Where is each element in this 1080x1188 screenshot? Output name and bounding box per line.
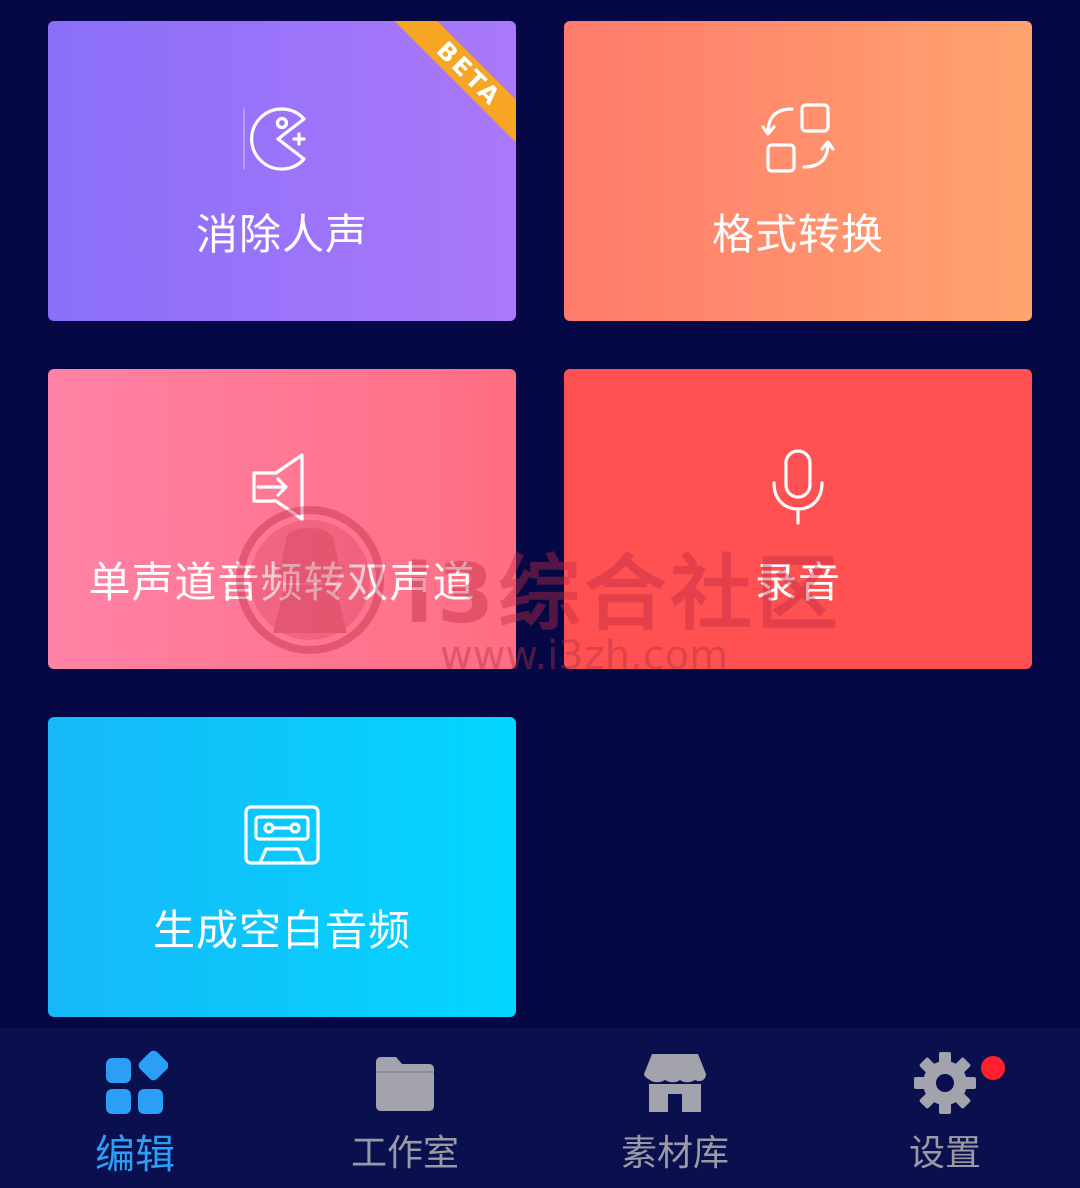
tab-label: 素材库 xyxy=(620,1133,729,1174)
notification-dot xyxy=(981,1056,1005,1080)
gear-icon xyxy=(845,1050,1045,1114)
tab-materials[interactable]: 素材库 xyxy=(575,1028,775,1188)
card-format-convert[interactable]: 格式转换 xyxy=(564,21,1032,321)
tab-label: 工作室 xyxy=(350,1133,459,1174)
card-mono-to-stereo[interactable]: 单声道音频转双声道 xyxy=(48,369,516,669)
vocal-remove-icon xyxy=(48,99,516,179)
store-icon xyxy=(575,1050,775,1114)
card-label: 生成空白音频 xyxy=(152,906,411,955)
tab-label: 编辑 xyxy=(95,1132,175,1178)
card-generate-blank-audio[interactable]: 生成空白音频 xyxy=(48,717,516,1017)
cassette-icon xyxy=(48,795,516,875)
card-label: 消除人声 xyxy=(195,210,368,259)
tab-edit[interactable]: 编辑 xyxy=(35,1028,235,1188)
bottom-tab-bar: 编辑 工作室 素材库 设置 xyxy=(0,1028,1080,1188)
folder-icon xyxy=(305,1050,505,1114)
card-label: 格式转换 xyxy=(711,210,884,259)
format-convert-icon xyxy=(564,99,1032,179)
card-remove-vocals[interactable]: BETA 消除人声 xyxy=(48,21,516,321)
tab-settings[interactable]: 设置 xyxy=(845,1028,1045,1188)
card-record[interactable]: 录音 xyxy=(564,369,1032,669)
card-label: 单声道音频转双声道 xyxy=(88,558,476,607)
grid-icon xyxy=(35,1050,235,1114)
speaker-icon xyxy=(48,447,516,527)
tab-studio[interactable]: 工作室 xyxy=(305,1028,505,1188)
microphone-icon xyxy=(564,447,1032,527)
card-label: 录音 xyxy=(754,558,841,607)
tab-label: 设置 xyxy=(908,1133,981,1174)
